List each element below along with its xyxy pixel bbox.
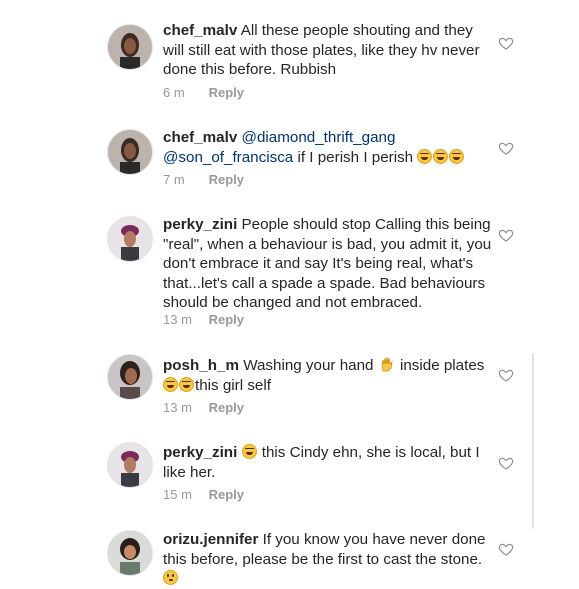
face-with-tears-of-joy-emoji [163, 376, 178, 392]
comment-time: 15 m [163, 487, 192, 502]
comment-username[interactable]: perky_zini [163, 444, 237, 461]
heart-outline-icon[interactable] [498, 455, 514, 471]
heart-outline-icon[interactable] [498, 35, 514, 51]
heart-outline-icon[interactable] [498, 140, 514, 156]
comment-body: perky_zini People should stop Calling th… [163, 215, 493, 313]
comment-username[interactable]: chef_malv [163, 129, 237, 146]
raised-hand-emoji [381, 356, 393, 372]
comment-body: posh_h_m Washing your hand inside plates… [163, 356, 493, 395]
heart-outline-icon[interactable] [498, 541, 514, 557]
comment-meta: 6 m Reply [163, 85, 244, 100]
heart-outline-icon[interactable] [498, 227, 514, 243]
avatar[interactable] [107, 442, 153, 488]
reply-button[interactable]: Reply [209, 400, 244, 415]
avatar[interactable] [107, 530, 153, 576]
comment-body: chef_malv All these people shouting and … [163, 21, 493, 80]
face-with-tears-of-joy-emoji [241, 444, 257, 459]
comment-text: Washing your hand [243, 357, 374, 374]
comment-body: orizu.jennifer If you know you have neve… [163, 530, 493, 589]
face-with-tears-of-joy-emoji [433, 148, 449, 164]
comment-meta: 15 m Reply [163, 487, 244, 502]
comment-meta: 13 m Reply [163, 400, 244, 415]
avatar[interactable] [107, 354, 153, 400]
face-with-tears-of-joy-emoji [417, 148, 433, 164]
comment-text: this girl self [195, 376, 271, 394]
face-with-tears-of-joy-emoji [449, 148, 465, 164]
avatar[interactable] [107, 216, 153, 262]
avatar[interactable] [107, 24, 153, 70]
comment-time: 13 m [163, 312, 192, 327]
heart-outline-icon[interactable] [498, 367, 514, 383]
scrollbar[interactable] [532, 353, 534, 529]
comment-meta: 7 m Reply [163, 172, 244, 187]
reply-button[interactable]: Reply [209, 312, 244, 327]
avatar[interactable] [107, 129, 153, 175]
comment-username[interactable]: posh_h_m [163, 357, 239, 374]
comment-username[interactable]: chef_malv [163, 22, 237, 39]
comment-text: if I perish I perish [297, 148, 414, 166]
comment-time: 13 m [163, 400, 192, 415]
comment-time: 7 m [163, 172, 185, 187]
comment-meta: 13 m Reply [163, 312, 244, 327]
comment-text: inside plates [399, 357, 485, 374]
comment-username[interactable]: perky_zini [163, 216, 237, 233]
comment-time: 6 m [163, 85, 185, 100]
comment-body: chef_malv @diamond_thrift_gang @son_of_f… [163, 128, 493, 167]
reply-button[interactable]: Reply [209, 487, 244, 502]
reply-button[interactable]: Reply [209, 85, 244, 100]
reply-button[interactable]: Reply [209, 172, 244, 187]
flushed-face-emoji [163, 570, 178, 585]
comment-username[interactable]: orizu.jennifer [163, 531, 258, 548]
comment-body: perky_zini this Cindy ehn, she is local,… [163, 443, 493, 482]
face-with-tears-of-joy-emoji [179, 376, 194, 392]
